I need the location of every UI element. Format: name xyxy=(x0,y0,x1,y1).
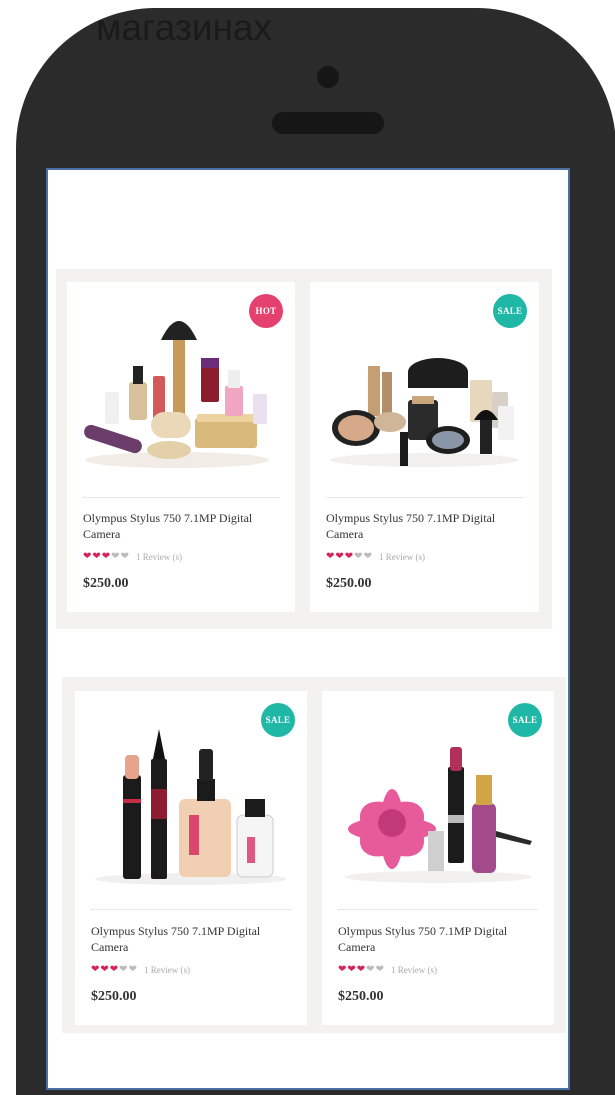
heart-filled-icon: ❤ xyxy=(83,551,92,562)
heart-filled-icon: ❤ xyxy=(335,551,344,562)
lipstick-foundation-icon[interactable] xyxy=(85,719,297,889)
review-link[interactable]: 1 Review (s) xyxy=(379,552,425,562)
phone-camera-icon xyxy=(317,66,339,88)
product-row-1: HOT Olympus Stylus 750 7.1MP Digital Cam… xyxy=(56,269,552,629)
heart-filled-icon: ❤ xyxy=(101,551,111,562)
product-price: $250.00 xyxy=(83,576,129,591)
heart-filled-icon: ❤ xyxy=(344,551,354,562)
review-link[interactable]: 1 Review (s) xyxy=(144,965,190,975)
review-link[interactable]: 1 Review (s) xyxy=(391,965,437,975)
product-name[interactable]: Olympus Stylus 750 7.1MP Digital Camera xyxy=(338,923,534,955)
rating: ❤ ❤ ❤ ❤ ❤ 1 Review (s) xyxy=(83,551,182,563)
flower-lipstick-icon[interactable] xyxy=(332,719,544,889)
heart-empty-icon: ❤ xyxy=(111,551,120,562)
sale-badge: SALE xyxy=(261,703,295,737)
rating: ❤ ❤ ❤ ❤ ❤ 1 Review (s) xyxy=(91,964,190,976)
heart-filled-icon: ❤ xyxy=(100,964,109,975)
product-name[interactable]: Olympus Stylus 750 7.1MP Digital Camera xyxy=(326,510,519,542)
makeup-kit-icon[interactable] xyxy=(320,310,529,480)
product-price: $250.00 xyxy=(338,989,384,1004)
product-card[interactable]: HOT Olympus Stylus 750 7.1MP Digital Cam… xyxy=(67,282,295,612)
rating: ❤ ❤ ❤ ❤ ❤ 1 Review (s) xyxy=(338,964,437,976)
heart-filled-icon: ❤ xyxy=(92,551,101,562)
cosmetics-set-icon[interactable] xyxy=(77,310,285,480)
product-card[interactable]: SALE Olympus Stylus 750 7.1MP Digital Ca… xyxy=(322,691,554,1025)
heart-empty-icon: ❤ xyxy=(128,964,137,975)
sale-badge: SALE xyxy=(508,703,542,737)
product-card[interactable]: SALE Olympus Stylus 750 7.1MP Digital Ca… xyxy=(310,282,539,612)
product-price: $250.00 xyxy=(326,576,372,591)
hot-badge: HOT xyxy=(249,294,283,328)
card-divider xyxy=(91,909,291,910)
product-row-2: SALE Olympus Stylus 750 7.1MP Digital Ca… xyxy=(62,677,566,1033)
heart-empty-icon: ❤ xyxy=(363,551,372,562)
heart-filled-icon: ❤ xyxy=(326,551,335,562)
heart-filled-icon: ❤ xyxy=(91,964,100,975)
heart-empty-icon: ❤ xyxy=(375,964,384,975)
phone-speaker-icon xyxy=(272,112,384,134)
rating: ❤ ❤ ❤ ❤ ❤ 1 Review (s) xyxy=(326,551,425,563)
phone-screen: HOT Olympus Stylus 750 7.1MP Digital Cam… xyxy=(46,168,570,1090)
heart-empty-icon: ❤ xyxy=(119,964,128,975)
product-name[interactable]: Olympus Stylus 750 7.1MP Digital Camera xyxy=(91,923,287,955)
review-link[interactable]: 1 Review (s) xyxy=(136,552,182,562)
top-caption: магазинах xyxy=(96,7,273,48)
heart-empty-icon: ❤ xyxy=(354,551,363,562)
heart-filled-icon: ❤ xyxy=(338,964,347,975)
card-divider xyxy=(83,497,279,498)
sale-badge: SALE xyxy=(493,294,527,328)
product-name[interactable]: Olympus Stylus 750 7.1MP Digital Camera xyxy=(83,510,275,542)
heart-empty-icon: ❤ xyxy=(366,964,375,975)
heart-filled-icon: ❤ xyxy=(347,964,356,975)
heart-filled-icon: ❤ xyxy=(356,964,366,975)
heart-filled-icon: ❤ xyxy=(109,964,119,975)
product-card[interactable]: SALE Olympus Stylus 750 7.1MP Digital Ca… xyxy=(75,691,307,1025)
card-divider xyxy=(326,497,523,498)
card-divider xyxy=(338,909,538,910)
product-price: $250.00 xyxy=(91,989,137,1004)
heart-empty-icon: ❤ xyxy=(120,551,129,562)
